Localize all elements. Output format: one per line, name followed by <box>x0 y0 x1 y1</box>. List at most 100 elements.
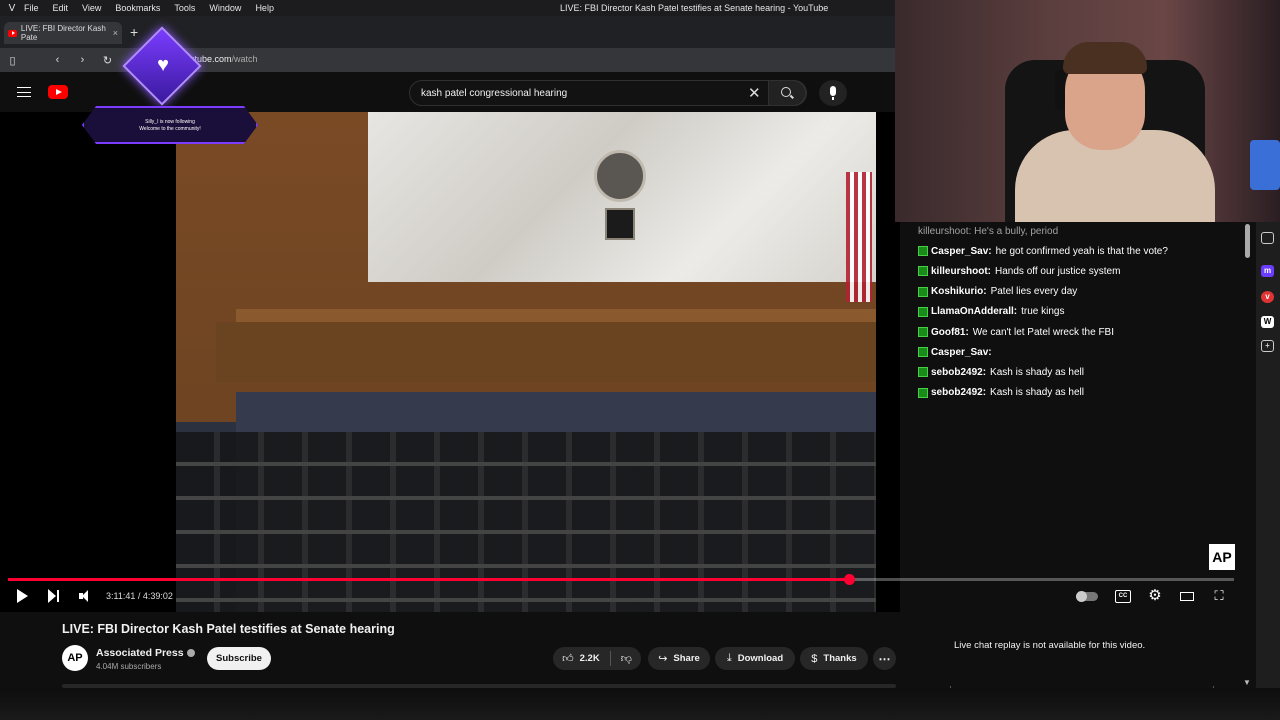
thanks-label: Thanks <box>823 653 857 664</box>
chat-message: Casper_Sav: he got confirmed yeah is that… <box>918 241 1248 261</box>
like-divider <box>609 651 611 666</box>
captions-button[interactable]: CC <box>1115 590 1131 603</box>
add-panel-icon[interactable]: + <box>1261 340 1274 352</box>
thanks-icon: $ <box>811 652 818 665</box>
search-input[interactable]: kash patel congressional hearing <box>421 88 567 99</box>
chat-username: Goof81: <box>931 326 969 338</box>
progress-bar[interactable] <box>8 574 1234 585</box>
vivaldi-panel-icon[interactable]: v <box>1261 291 1274 303</box>
thumbs-up-icon[interactable]: 👍︎ <box>562 652 574 665</box>
chat-badge-icon <box>918 266 928 277</box>
streamer-webcam <box>895 0 1280 222</box>
headset <box>1055 70 1065 110</box>
chat-badge-icon <box>918 306 928 317</box>
browser-side-panel: m v W + <box>1256 222 1280 720</box>
menu-view[interactable]: View <box>82 3 101 13</box>
chat-message: Casper_Sav: <box>918 342 1248 362</box>
us-flag <box>846 172 872 302</box>
sidebar-toggle-icon[interactable]: ▯ <box>0 54 25 67</box>
menu-tools[interactable]: Tools <box>174 3 195 13</box>
scroll-down-arrow-icon[interactable]: ▼ <box>1243 678 1251 687</box>
ap-watermark[interactable]: AP <box>1209 544 1235 570</box>
chat-badge-icon <box>918 246 928 257</box>
download-label: Download <box>737 653 784 664</box>
chat-message: killeurshoot: He's a bully, period <box>918 221 1248 241</box>
back-icon[interactable]: ‹ <box>45 54 70 66</box>
chat-message-text: true kings <box>1021 306 1065 318</box>
search-icon <box>781 87 791 97</box>
chat-badge-icon <box>918 327 928 338</box>
download-button[interactable]: ⤓ Download <box>715 647 795 670</box>
page-scrollbar[interactable] <box>1244 222 1252 690</box>
share-label: Share <box>673 653 700 664</box>
menu-help[interactable]: Help <box>255 3 274 13</box>
search-button[interactable] <box>768 80 806 106</box>
video-player[interactable] <box>0 112 900 612</box>
search-box[interactable]: kash patel congressional hearing ✕ <box>409 80 807 106</box>
channel-name-text[interactable]: Associated Press <box>96 647 184 659</box>
menu-edit[interactable]: Edit <box>53 3 69 13</box>
clear-search-icon[interactable]: ✕ <box>748 84 761 102</box>
menu-bar: V File Edit View Bookmarks Tools Window … <box>0 0 895 16</box>
menu-bookmarks[interactable]: Bookmarks <box>115 3 160 13</box>
chat-message-text: Patel lies every day <box>990 286 1078 298</box>
chat-badge-icon <box>918 367 928 378</box>
subscribe-button[interactable]: Subscribe <box>207 647 271 670</box>
more-actions-button[interactable]: ⋯ <box>873 647 896 670</box>
fullscreen-icon[interactable]: ⛶ <box>1211 588 1227 604</box>
youtube-logo-icon[interactable] <box>48 85 68 99</box>
panel-toggle-icon[interactable] <box>1261 232 1274 244</box>
video-title: LIVE: FBI Director Kash Patel testifies … <box>62 622 395 636</box>
mastodon-icon[interactable]: m <box>1261 265 1274 277</box>
streamer-hair <box>1063 42 1147 74</box>
channel-name[interactable]: Associated Press <box>96 647 195 659</box>
alert-line-1: Silly_I is now following <box>145 119 195 125</box>
alert-message: Silly_I is now following Welcome to the … <box>82 119 258 133</box>
chat-username: sebob2492: <box>931 366 987 378</box>
chat-username: Koshikurio: <box>931 286 987 298</box>
verified-icon <box>186 649 195 657</box>
menu-file[interactable]: File <box>24 3 39 13</box>
thanks-button[interactable]: $ Thanks <box>800 647 868 670</box>
like-count[interactable]: 2.2K <box>580 653 600 664</box>
stream-chat-overlay: killeurshoot: He's a bully, period Caspe… <box>918 226 1248 403</box>
chat-message: LlamaOnAdderall: true kings <box>918 302 1248 322</box>
chat-message-text: We can't let Patel wreck the FBI <box>972 326 1115 338</box>
chat-username: LlamaOnAdderall: <box>931 306 1018 318</box>
description-box-edge[interactable] <box>62 684 896 688</box>
like-dislike-group: 👍︎ 2.2K 👎︎ <box>553 647 641 670</box>
share-button[interactable]: ↪ Share <box>648 647 710 670</box>
menu-window[interactable]: Window <box>209 3 241 13</box>
audience-rows <box>176 432 876 612</box>
hamburger-menu-icon[interactable] <box>17 87 31 97</box>
theater-mode-icon[interactable] <box>1180 592 1194 601</box>
voice-search-mic-icon[interactable] <box>819 80 847 106</box>
chat-username: Casper_Sav: <box>931 245 992 257</box>
settings-gear-icon[interactable]: ⚙ <box>1147 588 1163 604</box>
chat-message: sebob2492: Kash is shady as hell <box>918 362 1248 382</box>
chat-message-text: killeurshoot: He's a bully, period <box>918 225 1059 237</box>
channel-avatar[interactable]: AP <box>62 645 88 671</box>
heart-icon: ♥ <box>157 54 169 76</box>
desk-foreground <box>0 688 1280 720</box>
chat-badge-icon <box>918 286 928 297</box>
autoplay-toggle[interactable] <box>1076 591 1098 602</box>
youtube-favicon-icon <box>8 29 17 37</box>
vivaldi-icon[interactable]: V <box>0 3 24 14</box>
wall-clock <box>605 208 635 240</box>
progress-scrubber[interactable] <box>844 574 856 585</box>
share-icon: ↪ <box>658 653 668 665</box>
progress-fill <box>8 578 850 581</box>
next-button[interactable] <box>48 589 60 603</box>
scrollbar-thumb[interactable] <box>1245 224 1250 258</box>
download-icon: ⤓ <box>726 652 732 664</box>
chat-message: Koshikurio: Patel lies every day <box>918 282 1248 302</box>
chat-username: Casper_Sav: <box>931 346 992 358</box>
window-title: LIVE: FBI Director Kash Patel testifies … <box>560 3 829 13</box>
thumbs-down-icon[interactable]: 👎︎ <box>621 652 632 665</box>
play-button[interactable] <box>17 589 28 603</box>
chat-badge-icon <box>918 387 928 398</box>
follow-alert-overlay: ♥ Silly_I is now following Welcome to th… <box>82 26 258 146</box>
volume-icon[interactable] <box>79 590 93 606</box>
wikipedia-icon[interactable]: W <box>1261 316 1274 328</box>
